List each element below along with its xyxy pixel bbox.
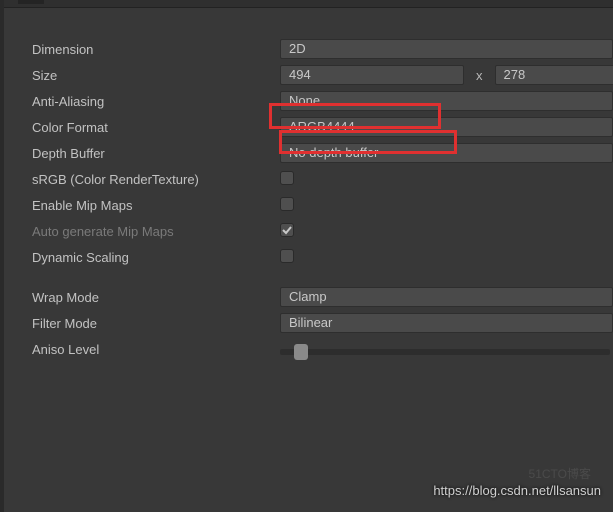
anti-aliasing-dropdown[interactable]: None	[280, 91, 613, 111]
filter-mode-label: Filter Mode	[32, 316, 280, 331]
wrap-mode-label: Wrap Mode	[32, 290, 280, 305]
auto-mip-checkbox	[280, 223, 294, 237]
aniso-level-slider[interactable]	[280, 349, 610, 355]
dimension-dropdown[interactable]: 2D	[280, 39, 613, 59]
filter-mode-dropdown[interactable]: Bilinear	[280, 313, 613, 333]
srgb-checkbox[interactable]	[280, 171, 294, 185]
slider-thumb[interactable]	[294, 344, 308, 360]
size-height-field[interactable]: 278	[495, 65, 613, 85]
mipmaps-checkbox[interactable]	[280, 197, 294, 211]
size-label: Size	[32, 68, 280, 83]
anti-aliasing-label: Anti-Aliasing	[32, 94, 280, 109]
depth-buffer-label: Depth Buffer	[32, 146, 280, 161]
size-width-field[interactable]: 494	[280, 65, 464, 85]
color-format-label: Color Format	[32, 120, 280, 135]
inspector-panel: Dimension 2D Size 494 x 278 Anti-Aliasin…	[4, 8, 613, 362]
watermark-text: https://blog.csdn.net/llsansun	[433, 483, 601, 498]
faint-watermark: 51CTO博客	[529, 465, 591, 482]
wrap-mode-dropdown[interactable]: Clamp	[280, 287, 613, 307]
dynamic-scaling-label: Dynamic Scaling	[32, 250, 280, 265]
color-format-dropdown[interactable]: ARGB4444	[280, 117, 613, 137]
aniso-level-label: Aniso Level	[32, 342, 280, 357]
depth-buffer-dropdown[interactable]: No depth buffer	[280, 143, 613, 163]
dynamic-scaling-checkbox[interactable]	[280, 249, 294, 263]
size-separator: x	[464, 68, 495, 83]
auto-mip-label: Auto generate Mip Maps	[32, 224, 280, 239]
checkmark-icon	[281, 224, 293, 236]
srgb-label: sRGB (Color RenderTexture)	[32, 172, 280, 187]
dimension-label: Dimension	[32, 42, 280, 57]
mipmaps-label: Enable Mip Maps	[32, 198, 280, 213]
header-icon-placeholder	[18, 0, 44, 4]
